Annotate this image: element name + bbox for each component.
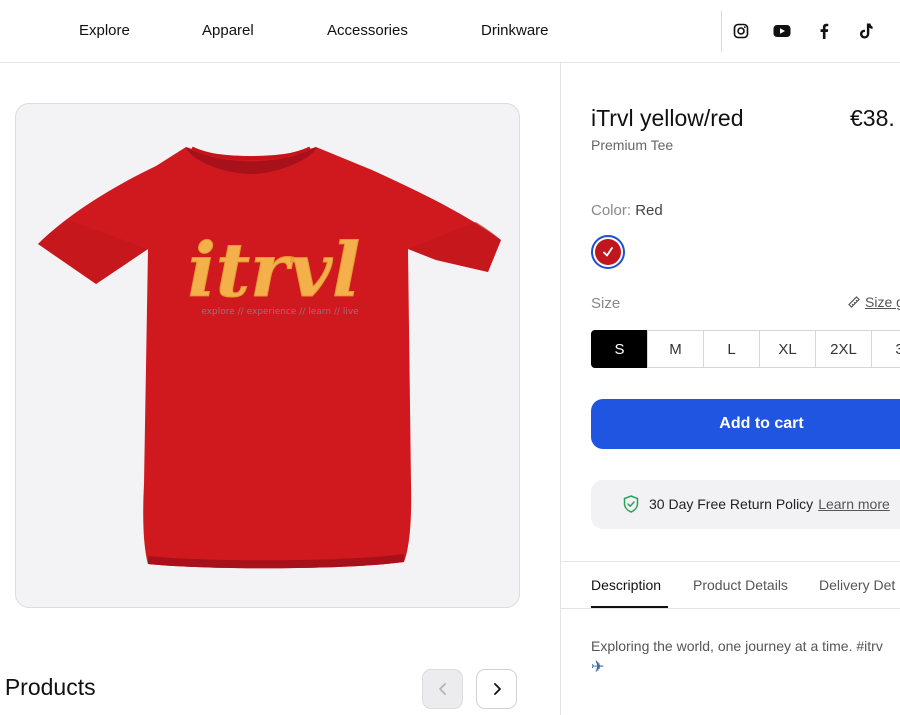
size-option-xl[interactable]: XL (759, 330, 816, 368)
product-media-column: itrvl explore // experience // learn // … (0, 63, 561, 715)
instagram-icon[interactable] (732, 22, 750, 40)
check-icon (603, 247, 613, 257)
color-label: Color: (591, 202, 632, 219)
product-info-column: iTrvl yellow/red €38. Premium Tee Color:… (561, 63, 900, 715)
size-selector: S M L XL 2XL 3 (591, 330, 900, 368)
carousel-prev-button[interactable] (422, 669, 463, 709)
color-line: Color: Red (591, 202, 663, 219)
carousel-next-button[interactable] (476, 669, 517, 709)
nav-divider (721, 11, 722, 52)
size-option-2xl[interactable]: 2XL (815, 330, 872, 368)
nav-link-drinkware[interactable]: Drinkware (481, 22, 549, 39)
size-guide-label: Size g (865, 294, 900, 310)
chevron-right-icon (493, 683, 501, 695)
size-option-m[interactable]: M (647, 330, 704, 368)
nav-link-accessories[interactable]: Accessories (327, 22, 408, 39)
return-policy-text: 30 Day Free Return Policy (649, 496, 814, 512)
tab-product-details[interactable]: Product Details (693, 577, 788, 593)
color-swatch-red[interactable] (591, 235, 625, 269)
product-image[interactable]: itrvl explore // experience // learn // … (15, 103, 520, 608)
size-option-s[interactable]: S (591, 330, 648, 368)
ruler-icon (848, 296, 860, 308)
tab-delivery-details[interactable]: Delivery Det (819, 577, 895, 593)
size-label: Size (591, 295, 621, 312)
size-option-l[interactable]: L (703, 330, 760, 368)
youtube-icon[interactable] (773, 22, 791, 40)
color-value: Red (635, 202, 663, 219)
shield-check-icon (623, 495, 639, 513)
size-guide-link[interactable]: Size g (847, 294, 900, 310)
nav-link-apparel[interactable]: Apparel (202, 22, 254, 39)
tab-description[interactable]: Description (591, 577, 661, 593)
return-policy-banner: 30 Day Free Return Policy Learn more (591, 480, 900, 529)
tabs-divider-top (561, 561, 900, 562)
shirt-logo: itrvl (188, 228, 360, 314)
add-to-cart-button[interactable]: Add to cart (591, 399, 900, 449)
size-option-3xl[interactable]: 3 (871, 330, 900, 368)
tshirt-illustration: itrvl explore // experience // learn // … (38, 146, 501, 569)
product-subtitle: Premium Tee (591, 137, 674, 153)
tabs-divider-bottom (561, 608, 900, 609)
facebook-icon[interactable] (815, 22, 833, 40)
product-price: €38. (850, 105, 895, 131)
chevron-left-icon (438, 683, 446, 695)
learn-more-link[interactable]: Learn more (818, 496, 890, 512)
shirt-tagline: explore // experience // learn // live (201, 307, 359, 317)
product-description: Exploring the world, one journey at a ti… (591, 638, 883, 654)
tiktok-icon[interactable] (857, 22, 875, 40)
section-title: ar Products (0, 674, 96, 700)
airplane-icon: ✈ (591, 659, 605, 676)
nav-link-explore[interactable]: Explore (79, 22, 130, 39)
top-nav: Explore Apparel Accessories Drinkware (0, 0, 900, 63)
product-title: iTrvl yellow/red (591, 105, 744, 131)
